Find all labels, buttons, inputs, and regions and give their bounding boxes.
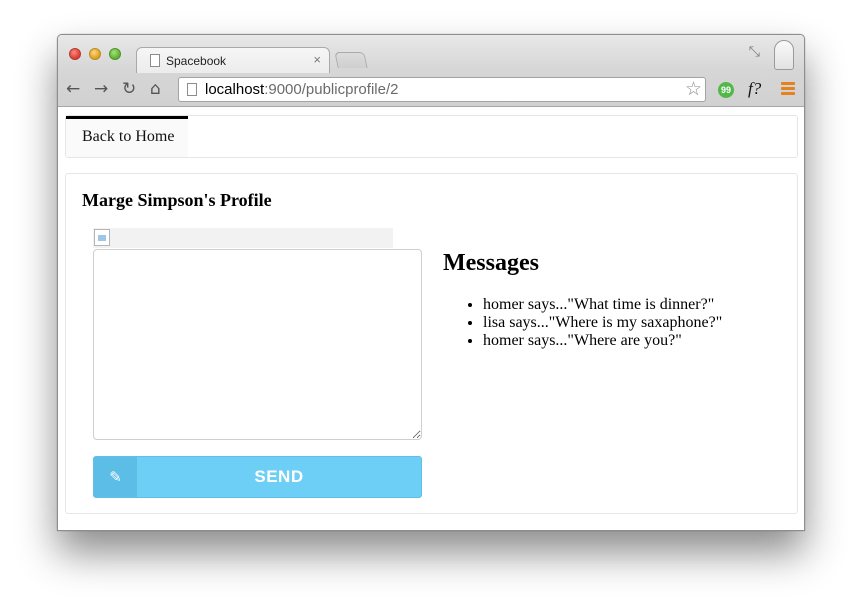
page-icon xyxy=(187,83,197,96)
font-extension-icon[interactable]: f? xyxy=(748,79,761,99)
messages-list: homer says..."What time is dinner?" lisa… xyxy=(483,296,722,350)
messages-heading: Messages xyxy=(443,250,539,276)
forward-icon[interactable]: → xyxy=(94,78,108,100)
browser-tab[interactable]: Spacebook × xyxy=(136,47,330,73)
message-input[interactable] xyxy=(93,249,422,440)
profile-card: Marge Simpson's Profile ✎ SEND Messages … xyxy=(65,173,798,514)
nav-back-to-home[interactable]: Back to Home xyxy=(66,116,188,157)
tab-close-icon[interactable]: × xyxy=(313,52,321,67)
browser-window: Spacebook × ⤡ ← → ↻ ⌂ localhost:9000/pub… xyxy=(57,34,805,531)
bookmark-star-icon[interactable]: ☆ xyxy=(685,78,702,100)
browser-chrome: Spacebook × ⤡ ← → ↻ ⌂ localhost:9000/pub… xyxy=(58,35,804,107)
back-icon[interactable]: ← xyxy=(66,78,80,100)
address-bar[interactable]: localhost:9000/publicprofile/2 ☆ xyxy=(178,77,706,102)
url-path: :9000/publicprofile/2 xyxy=(264,81,399,98)
edit-icon: ✎ xyxy=(94,457,137,497)
profile-image xyxy=(93,228,393,248)
home-icon[interactable]: ⌂ xyxy=(150,78,161,100)
browser-toolbar: ← → ↻ ⌂ localhost:9000/publicprofile/2 ☆… xyxy=(58,73,804,107)
send-button-label: SEND xyxy=(254,467,304,486)
profile-icon[interactable] xyxy=(774,40,794,70)
message-item: homer says..."Where are you?" xyxy=(483,332,722,350)
hangouts-extension-icon[interactable]: 99 xyxy=(718,82,734,98)
broken-image-icon xyxy=(94,229,110,246)
window-minimize-button[interactable] xyxy=(89,48,101,60)
new-tab-button[interactable] xyxy=(334,52,368,68)
top-navbar: Back to Home xyxy=(65,115,798,158)
menu-icon[interactable] xyxy=(781,82,795,95)
window-maximize-button[interactable] xyxy=(109,48,121,60)
page-title: Marge Simpson's Profile xyxy=(82,190,272,210)
message-item: lisa says..."Where is my saxaphone?" xyxy=(483,314,722,332)
reload-icon[interactable]: ↻ xyxy=(122,78,136,100)
fullscreen-icon[interactable]: ⤡ xyxy=(749,44,760,60)
tab-title: Spacebook xyxy=(166,54,227,68)
page-viewport: Back to Home Marge Simpson's Profile ✎ S… xyxy=(58,108,804,530)
window-close-button[interactable] xyxy=(69,48,81,60)
url-host: localhost xyxy=(205,81,265,98)
message-item: homer says..."What time is dinner?" xyxy=(483,296,722,314)
url-text: localhost:9000/publicprofile/2 xyxy=(205,81,398,98)
send-button[interactable]: ✎ SEND xyxy=(93,456,422,498)
page-icon xyxy=(150,54,160,67)
